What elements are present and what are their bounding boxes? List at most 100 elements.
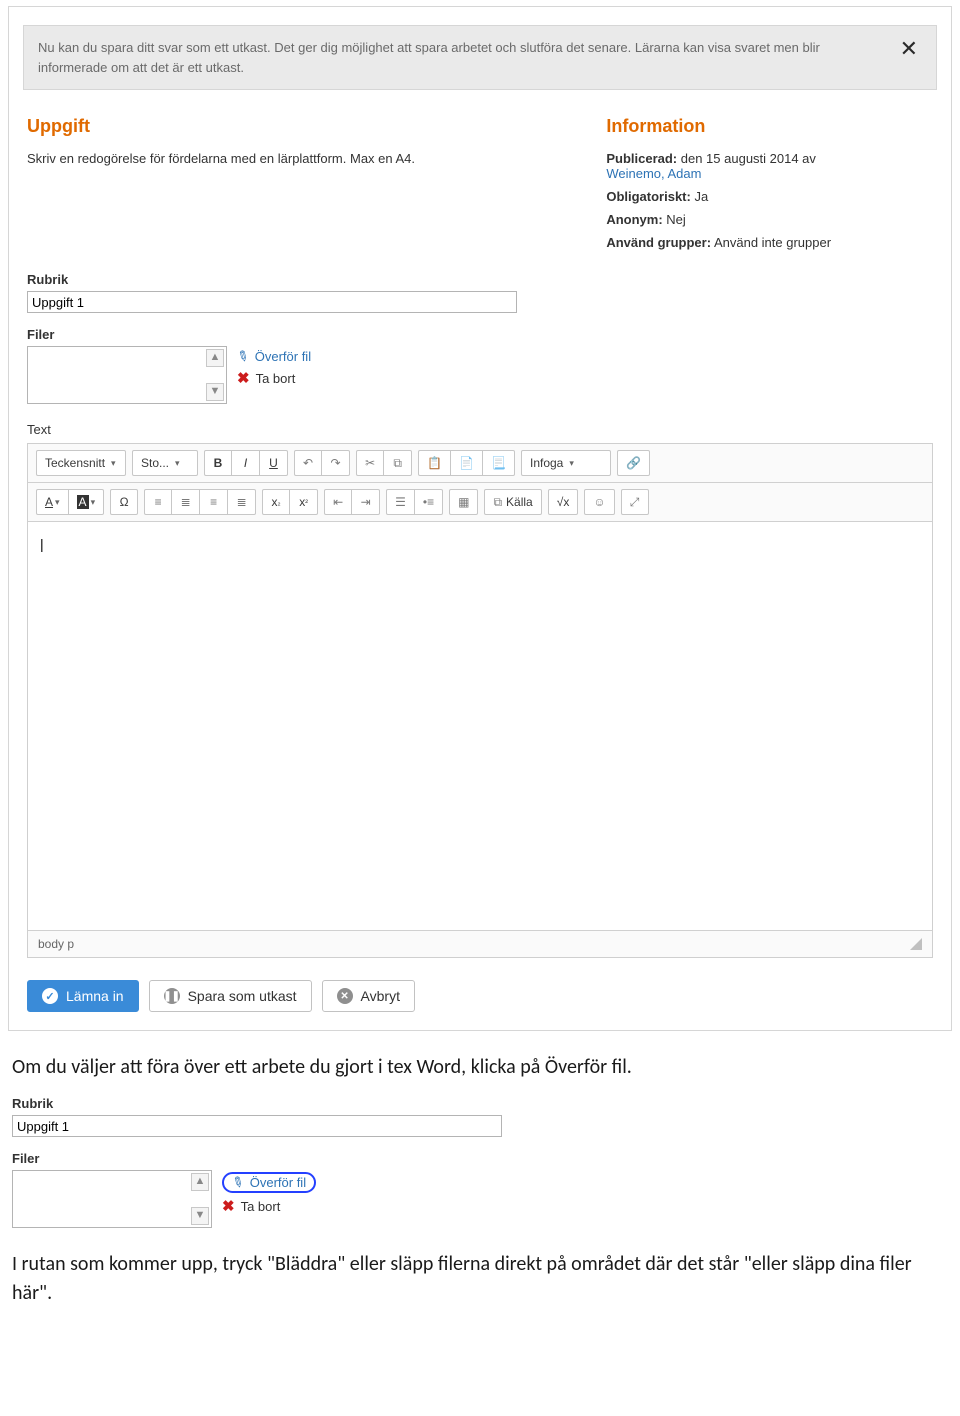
- file-up-icon[interactable]: ▲: [206, 349, 224, 367]
- text-color-button[interactable]: A▾: [36, 489, 69, 515]
- instruction-paragraph-1: Om du väljer att föra över ett arbete du…: [12, 1053, 948, 1082]
- paste-button[interactable]: 📋: [418, 450, 451, 476]
- editor-status-bar: body p: [28, 930, 932, 957]
- paperclip-icon: ✎: [234, 346, 253, 367]
- submit-button[interactable]: ✓ Lämna in: [27, 980, 139, 1012]
- info-author-link[interactable]: Weinemo, Adam: [606, 166, 701, 181]
- snippet-upload-label: Överför fil: [250, 1175, 306, 1190]
- paste-text-button[interactable]: 📄: [451, 450, 483, 476]
- info-published-label: Publicerad:: [606, 151, 677, 166]
- remove-file-button[interactable]: ✖ Ta bort: [237, 369, 311, 387]
- info-anon-label: Anonym:: [606, 212, 662, 227]
- upload-file-label: Överför fil: [255, 349, 311, 364]
- save-draft-label: Spara som utkast: [188, 988, 297, 1004]
- info-heading: Information: [606, 116, 933, 137]
- font-size-label: Sto...: [141, 456, 169, 470]
- draft-notice: Nu kan du spara ditt svar som ett utkast…: [23, 25, 937, 90]
- rich-text-editor: Teckensnitt▾ Sto...▾ B I U ↶ ↷: [27, 443, 933, 958]
- filer-label: Filer: [27, 327, 933, 342]
- cut-button[interactable]: ✂: [356, 450, 384, 476]
- info-published: Publicerad: den 15 augusti 2014 av Weine…: [606, 151, 933, 181]
- instruction-paragraph-2: I rutan som kommer upp, tryck "Bläddra" …: [12, 1250, 948, 1308]
- ordered-list-button[interactable]: ☰: [386, 489, 415, 515]
- source-button[interactable]: ⧉ Källa: [484, 489, 541, 515]
- file-down-icon[interactable]: ▼: [206, 383, 224, 401]
- info-mandatory-label: Obligatoriskt:: [606, 189, 691, 204]
- snippet-upload-file-button[interactable]: ✎ Överför fil: [222, 1172, 316, 1193]
- snippet-paperclip-icon: ✎: [229, 1172, 248, 1193]
- submit-label: Lämna in: [66, 988, 124, 1004]
- align-justify-button[interactable]: ≣: [228, 489, 256, 515]
- close-icon[interactable]: ✕: [896, 38, 922, 60]
- cancel-label: Avbryt: [361, 988, 400, 1004]
- cancel-button[interactable]: ✕ Avbryt: [322, 980, 415, 1012]
- snippet-file-list[interactable]: ▲ ▼: [12, 1170, 212, 1228]
- special-char-button[interactable]: Ω: [110, 489, 138, 515]
- paste-word-button[interactable]: 📃: [483, 450, 515, 476]
- font-family-select[interactable]: Teckensnitt▾: [36, 450, 126, 476]
- form-buttons: ✓ Lämna in ❚❚ Spara som utkast ✕ Avbryt: [19, 972, 941, 1016]
- source-icon: ⧉: [493, 495, 502, 510]
- indent-button[interactable]: ⇥: [352, 489, 380, 515]
- unordered-list-button[interactable]: •≡: [415, 489, 443, 515]
- editor-cursor: |: [40, 536, 44, 552]
- snippet-file-down-icon[interactable]: ▼: [191, 1207, 209, 1225]
- copy-button[interactable]: ⧉: [384, 450, 412, 476]
- table-button[interactable]: ▦: [449, 489, 478, 515]
- editor-toolbar-row2: A▾ A▾ Ω ≡ ≣ ≡ ≣ x₂ x² ⇤: [28, 483, 932, 522]
- info-anon: Anonym: Nej: [606, 212, 933, 227]
- bg-color-button[interactable]: A▾: [69, 489, 105, 515]
- editor-body[interactable]: |: [28, 522, 932, 930]
- example-snippet: Rubrik Filer ▲ ▼ ✎ Överför fil ✖ Ta bort: [12, 1096, 948, 1228]
- rubrik-input[interactable]: [27, 291, 517, 313]
- insert-label: Infoga: [530, 456, 563, 470]
- font-size-select[interactable]: Sto...▾: [132, 450, 198, 476]
- align-center-button[interactable]: ≣: [172, 489, 200, 515]
- align-left-button[interactable]: ≡: [144, 489, 172, 515]
- info-mandatory: Obligatoriskt: Ja: [606, 189, 933, 204]
- resize-handle-icon[interactable]: [910, 938, 922, 950]
- info-groups-label: Använd grupper:: [606, 235, 711, 250]
- undo-button[interactable]: ↶: [294, 450, 322, 476]
- upload-file-button[interactable]: ✎ Överför fil: [237, 348, 311, 365]
- outdent-button[interactable]: ⇤: [324, 489, 352, 515]
- snippet-remove-file-button[interactable]: ✖ Ta bort: [222, 1197, 316, 1215]
- math-button[interactable]: √x: [548, 489, 579, 515]
- task-description: Skriv en redogörelse för fördelarna med …: [27, 151, 582, 166]
- assignment-card: Nu kan du spara ditt svar som ett utkast…: [8, 6, 952, 1031]
- cancel-icon: ✕: [337, 988, 353, 1004]
- info-anon-value: Nej: [666, 212, 686, 227]
- redo-button[interactable]: ↷: [322, 450, 350, 476]
- superscript-button[interactable]: x²: [290, 489, 318, 515]
- rubrik-label: Rubrik: [27, 272, 933, 287]
- snippet-remove-label: Ta bort: [241, 1199, 281, 1214]
- link-button[interactable]: 🔗: [617, 450, 650, 476]
- task-heading: Uppgift: [27, 116, 582, 137]
- maximize-button[interactable]: ⤢: [621, 489, 649, 515]
- draft-notice-text: Nu kan du spara ditt svar som ett utkast…: [38, 38, 886, 77]
- info-groups: Använd grupper: Använd inte grupper: [606, 235, 933, 250]
- editor-toolbar-row1: Teckensnitt▾ Sto...▾ B I U ↶ ↷: [28, 444, 932, 483]
- bold-button[interactable]: B: [204, 450, 232, 476]
- font-family-label: Teckensnitt: [45, 456, 105, 470]
- source-label: Källa: [506, 495, 533, 509]
- remove-file-label: Ta bort: [256, 371, 296, 386]
- snippet-rubrik-input[interactable]: [12, 1115, 502, 1137]
- info-groups-value: Använd inte grupper: [714, 235, 831, 250]
- underline-button[interactable]: U: [260, 450, 288, 476]
- insert-select[interactable]: Infoga▾: [521, 450, 611, 476]
- subscript-button[interactable]: x₂: [262, 489, 290, 515]
- italic-button[interactable]: I: [232, 450, 260, 476]
- emoji-button[interactable]: ☺: [584, 489, 614, 515]
- snippet-file-up-icon[interactable]: ▲: [191, 1173, 209, 1191]
- text-label: Text: [27, 422, 933, 437]
- remove-icon: ✖: [237, 369, 250, 387]
- info-published-value: den 15 augusti 2014 av: [681, 151, 816, 166]
- snippet-filer-label: Filer: [12, 1151, 948, 1166]
- align-right-button[interactable]: ≡: [200, 489, 228, 515]
- check-icon: ✓: [42, 988, 58, 1004]
- save-draft-button[interactable]: ❚❚ Spara som utkast: [149, 980, 312, 1012]
- snippet-remove-icon: ✖: [222, 1197, 235, 1215]
- editor-path: body p: [38, 937, 74, 951]
- file-list[interactable]: ▲ ▼: [27, 346, 227, 404]
